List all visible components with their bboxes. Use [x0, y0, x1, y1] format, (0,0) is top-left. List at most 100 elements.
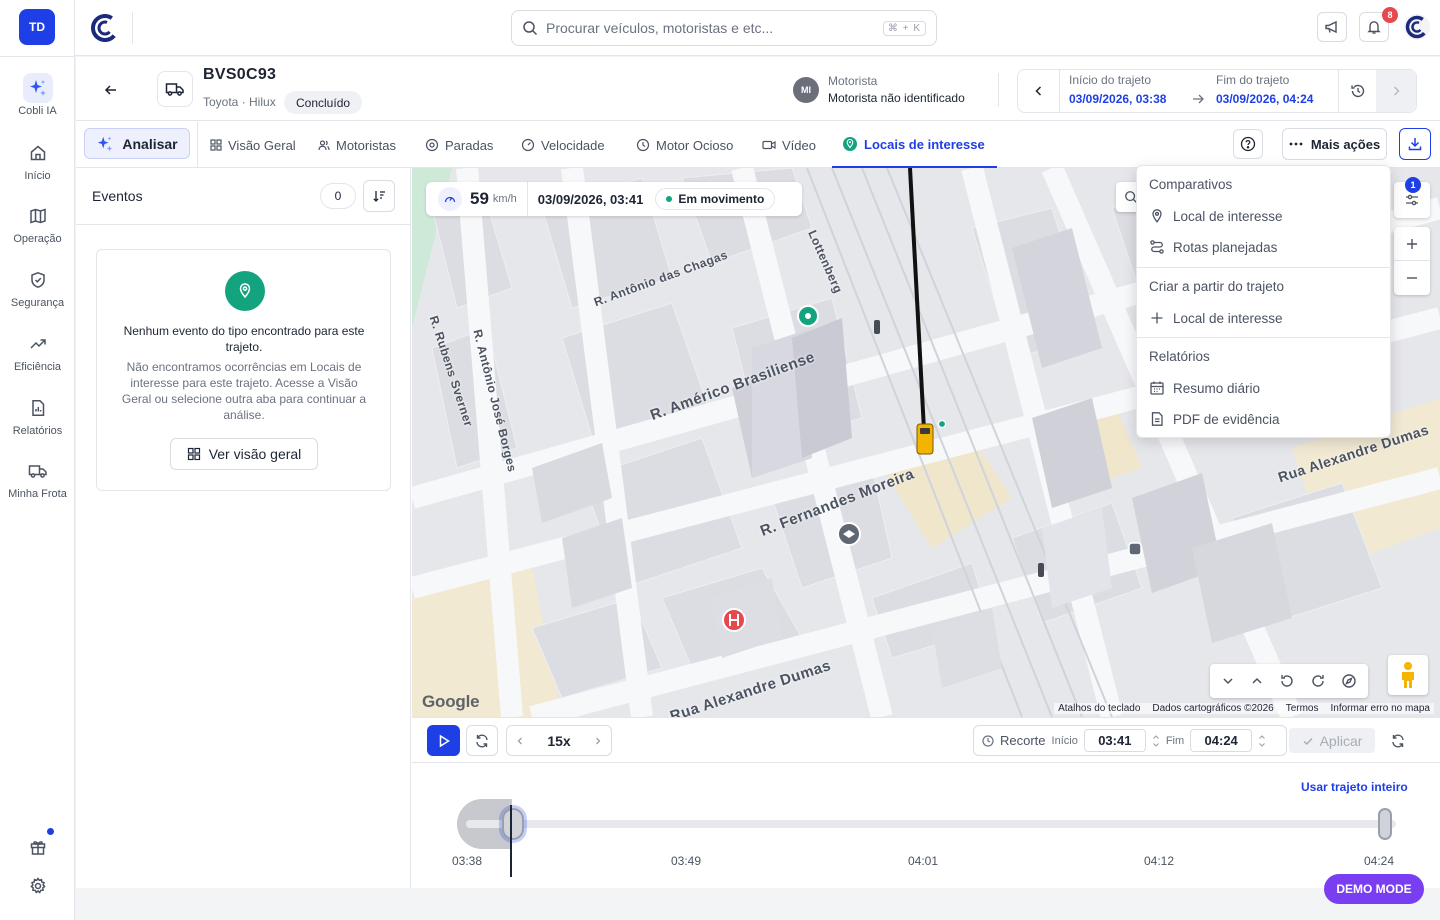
clip-end-label: Fim: [1165, 734, 1185, 747]
trip-history-button[interactable]: [1338, 70, 1376, 112]
playhead[interactable]: [510, 805, 512, 877]
rail-item-minha-frota[interactable]: Minha Frota: [0, 456, 75, 500]
play-button[interactable]: [427, 725, 460, 756]
tilt-up-icon[interactable]: [1250, 674, 1264, 688]
timeline-track[interactable]: [466, 820, 1396, 828]
left-navigation-rail: TD Cobli IA Início Operação Segurança Ef…: [0, 0, 75, 920]
view-overview-button[interactable]: Ver visão geral: [170, 438, 318, 470]
settings-button[interactable]: [27, 875, 49, 897]
trip-timeline: Usar trajeto inteiro 03:38 03:49 04:01 0…: [412, 763, 1440, 888]
clip-end-handle[interactable]: [1378, 808, 1392, 840]
apply-clip-button[interactable]: Aplicar: [1289, 728, 1375, 753]
use-full-trip-link[interactable]: Usar trajeto inteiro: [1301, 780, 1408, 794]
refresh-icon: [1392, 734, 1404, 747]
rail-item-inicio[interactable]: Início: [0, 138, 75, 182]
bell-icon: [1367, 21, 1381, 34]
tab-video[interactable]: Vídeo: [762, 122, 816, 168]
account-avatar[interactable]: TD: [19, 9, 55, 45]
play-icon: [439, 734, 450, 747]
zoom-in-button[interactable]: [1394, 227, 1430, 261]
street-view-pegman[interactable]: [1388, 655, 1428, 695]
zoom-out-button[interactable]: [1394, 261, 1430, 295]
compass-icon[interactable]: [1341, 673, 1357, 689]
stepper-icon[interactable]: [1152, 733, 1160, 749]
position-timestamp: 03/09/2026, 03:41: [537, 191, 644, 207]
stepper-icon[interactable]: [1258, 733, 1266, 749]
menu-item-daily-summary[interactable]: Resumo diário: [1149, 380, 1260, 396]
rail-item-relatorios[interactable]: Relatórios: [0, 393, 75, 437]
tab-label: Motor Ocioso: [656, 137, 734, 153]
top-divider: [132, 12, 133, 44]
tab-label: Paradas: [445, 137, 494, 153]
events-panel: Eventos 0 Nenhum evento do tipo encontra…: [76, 168, 411, 888]
global-search[interactable]: ⌘ + K: [511, 10, 937, 46]
cobli-logo[interactable]: [91, 14, 119, 42]
keyboard-shortcuts-link[interactable]: Atalhos do teclado: [1058, 703, 1140, 714]
chevron-right-icon[interactable]: [593, 736, 603, 746]
download-button[interactable]: [1399, 128, 1431, 160]
menu-item-label: Local de interesse: [1173, 208, 1283, 224]
download-icon: [1408, 138, 1422, 151]
tab-motor-ocioso[interactable]: Motor Ocioso: [636, 122, 733, 168]
rail-item-label: Início: [24, 170, 51, 182]
report-error-link[interactable]: Informar erro no mapa: [1331, 703, 1431, 714]
chevron-left-icon: [1034, 86, 1041, 96]
rail-item-seguranca[interactable]: Segurança: [0, 265, 75, 309]
tilt-down-icon[interactable]: [1221, 674, 1235, 688]
tab-locais-de-interesse[interactable]: Locais de interesse: [832, 122, 997, 168]
sort-icon: [373, 191, 385, 202]
next-trip-button[interactable]: [1376, 70, 1416, 112]
truck-icon: [165, 83, 184, 96]
clip-start-handle[interactable]: [502, 808, 524, 840]
demo-mode-badge[interactable]: DEMO MODE: [1324, 874, 1424, 904]
top-bar: ⌘ + K 8: [75, 0, 1440, 56]
back-button[interactable]: [98, 77, 124, 103]
rail-item-operacao[interactable]: Operação: [0, 201, 75, 245]
tab-visao-geral[interactable]: Visão Geral: [210, 122, 296, 168]
clip-end-input[interactable]: 04:24: [1190, 729, 1253, 752]
help-button[interactable]: [1233, 129, 1263, 159]
search-input[interactable]: [546, 20, 883, 36]
tab-motoristas[interactable]: Motoristas: [318, 122, 396, 168]
terms-link[interactable]: Termos: [1286, 703, 1319, 714]
menu-item-evidence-pdf[interactable]: PDF de evidência: [1149, 411, 1280, 427]
notification-count-badge: 8: [1382, 7, 1398, 23]
trip-end-label: Fim do trajeto: [1216, 73, 1290, 87]
clip-start-label: Início: [1051, 734, 1078, 747]
menu-item-compare-poi[interactable]: Local de interesse: [1149, 208, 1283, 224]
chevron-left-icon[interactable]: [515, 736, 525, 746]
tab-label: Velocidade: [541, 137, 605, 153]
announcements-button[interactable]: [1317, 12, 1347, 42]
layers-count-badge: 1: [1405, 177, 1421, 193]
analyze-label: Analisar: [122, 135, 178, 152]
gift-button[interactable]: [27, 836, 49, 858]
previous-trip-button[interactable]: [1018, 70, 1060, 112]
gear-icon: [30, 877, 46, 894]
search-icon: [523, 21, 538, 36]
playback-speed-selector[interactable]: 15x: [506, 725, 612, 756]
clip-start-input[interactable]: 03:41: [1083, 729, 1146, 752]
tab-paradas[interactable]: Paradas: [425, 122, 493, 168]
analyze-button[interactable]: Analisar: [84, 128, 190, 159]
more-actions-button[interactable]: Mais ações: [1282, 128, 1387, 160]
sort-events-button[interactable]: [363, 180, 395, 212]
ellipsis-icon: [1289, 142, 1303, 146]
traffic-light-marker: [874, 320, 880, 334]
rotate-left-icon[interactable]: [1279, 673, 1295, 689]
loop-button[interactable]: [466, 725, 498, 756]
menu-item-create-poi[interactable]: Local de interesse: [1149, 310, 1283, 326]
driver-label: Motorista: [828, 74, 878, 88]
vehicle-plate: BVS0C93: [203, 66, 277, 83]
clock-icon: [982, 734, 994, 747]
menu-item-planned-routes[interactable]: Rotas planejadas: [1149, 239, 1277, 255]
rail-item-cobli-ia[interactable]: Cobli IA: [0, 73, 75, 117]
timeline-tick-label: 03:38: [452, 854, 483, 868]
movement-status-chip: Em movimento: [655, 188, 776, 210]
rotate-right-icon[interactable]: [1310, 673, 1326, 689]
movement-status-label: Em movimento: [678, 192, 765, 206]
rail-item-eficiencia[interactable]: Eficiência: [0, 329, 75, 373]
reset-clip-button[interactable]: [1384, 725, 1412, 756]
company-logo-button[interactable]: [1403, 13, 1431, 41]
tab-velocidade[interactable]: Velocidade: [521, 122, 605, 168]
clip-range-control: Recorte Início 03:41 Fim 04:24: [973, 725, 1287, 756]
